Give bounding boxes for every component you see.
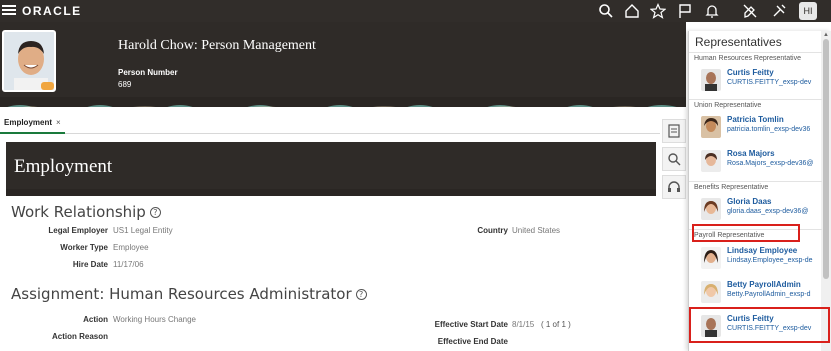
- representative-photo: [701, 247, 721, 269]
- menu-icon[interactable]: [2, 3, 16, 17]
- representative-name[interactable]: Betty PayrollAdmin: [727, 280, 801, 289]
- user-menu-button[interactable]: HI: [799, 2, 817, 20]
- representative-name[interactable]: Curtis Feitty: [727, 68, 774, 77]
- panel-scrollbar[interactable]: ▲: [821, 31, 831, 351]
- category-benefits-representative: Benefits Representative: [689, 181, 822, 191]
- page-title: Harold Chow: Person Management: [118, 38, 316, 53]
- representative-email[interactable]: patricia.tomlin_exsp-dev36: [727, 126, 810, 133]
- representative-email[interactable]: Betty.PayrollAdmin_exsp-d: [727, 291, 811, 298]
- assignment-heading: Assignment: Human Resources Administrato…: [11, 285, 367, 303]
- home-icon[interactable]: [624, 3, 640, 19]
- category-hr-representative: Human Resources Representative: [689, 52, 822, 62]
- decorative-banner: [6, 189, 656, 196]
- assignment-title: Assignment: Human Resources Administrato…: [11, 285, 352, 303]
- notes-icon[interactable]: [662, 119, 686, 143]
- worker-type-label: Worker Type: [60, 243, 108, 252]
- representative-photo: [701, 281, 721, 303]
- headset-icon[interactable]: [662, 175, 686, 199]
- representative-photo: [701, 150, 721, 172]
- tab-employment-label: Employment: [4, 118, 53, 127]
- representative-item[interactable]: Lindsay Employee Lindsay.Employee_exsp-d…: [689, 243, 822, 279]
- record-count: ( 1 of 1 ): [541, 320, 571, 329]
- settings-icon[interactable]: [771, 3, 787, 19]
- search-icon[interactable]: [598, 3, 614, 19]
- effective-end-label: Effective End Date: [437, 337, 508, 346]
- representative-email[interactable]: Rosa.Majors_exsp-dev36@: [727, 160, 813, 167]
- tools-icon[interactable]: [742, 3, 758, 19]
- person-number-value: 689: [118, 80, 132, 89]
- scroll-thumb[interactable]: [823, 39, 829, 279]
- legal-employer-label: Legal Employer: [48, 226, 108, 235]
- representative-name[interactable]: Patricia Tomlin: [727, 115, 784, 124]
- help-icon[interactable]: ?: [355, 289, 367, 300]
- country-label: Country: [477, 226, 508, 235]
- highlight-box: [689, 307, 830, 343]
- category-union-representative: Union Representative: [689, 99, 822, 109]
- representative-item[interactable]: Rosa Majors Rosa.Majors_exsp-dev36@: [689, 146, 822, 182]
- representative-email[interactable]: Lindsay.Employee_exsp-de: [727, 257, 812, 264]
- panel-title: Representatives: [695, 35, 782, 49]
- bell-icon[interactable]: [704, 3, 720, 19]
- representative-photo: [701, 116, 721, 138]
- person-number-label: Person Number: [118, 68, 178, 77]
- representative-photo: [701, 69, 721, 91]
- highlight-box: [692, 224, 800, 242]
- flag-icon[interactable]: [677, 3, 693, 19]
- action-reason-label: Action Reason: [51, 332, 108, 341]
- action-value: Working Hours Change: [113, 315, 197, 324]
- action-label: Action: [83, 315, 108, 324]
- representative-name[interactable]: Gloria Daas: [727, 197, 771, 206]
- hire-date-label: Hire Date: [72, 260, 108, 269]
- section-title: Employment: [14, 156, 113, 177]
- representative-photo: [701, 198, 721, 220]
- tab-bar: Employment ×: [0, 112, 660, 134]
- effective-start-label: Effective Start Date: [434, 320, 508, 329]
- tab-employment[interactable]: Employment ×: [0, 112, 65, 134]
- help-icon[interactable]: ?: [149, 207, 161, 218]
- work-relationship-title: Work Relationship: [11, 203, 146, 221]
- representative-item[interactable]: Curtis Feitty CURTIS.FEITTY_exsp-dev: [689, 65, 822, 101]
- global-header: ORACLE HI: [0, 0, 831, 22]
- oracle-logo[interactable]: ORACLE: [22, 4, 82, 18]
- work-relationship-heading: Work Relationship?: [11, 203, 161, 221]
- decorative-banner: [0, 97, 686, 107]
- legal-employer-value: US1 Legal Entity: [113, 226, 173, 235]
- worker-type-value: Employee: [113, 243, 149, 252]
- country-value: United States: [512, 226, 561, 235]
- effective-start-value: 8/1/15: [512, 320, 535, 329]
- representative-name[interactable]: Rosa Majors: [727, 149, 775, 158]
- representative-name[interactable]: Lindsay Employee: [727, 246, 797, 255]
- hire-date-value: 11/17/06: [113, 260, 144, 269]
- person-photo[interactable]: [2, 30, 56, 92]
- scroll-up-icon[interactable]: ▲: [823, 32, 829, 38]
- representative-item[interactable]: Patricia Tomlin patricia.tomlin_exsp-dev…: [689, 112, 822, 148]
- search-icon[interactable]: [662, 147, 686, 171]
- representatives-panel: Representatives ▲ Human Resources Repres…: [688, 31, 831, 351]
- representative-email[interactable]: gloria.daas_exsp-dev36@: [727, 208, 808, 215]
- representative-email[interactable]: CURTIS.FEITTY_exsp-dev: [727, 79, 811, 86]
- close-icon[interactable]: ×: [56, 118, 61, 127]
- person-header: [0, 22, 686, 97]
- star-icon[interactable]: [649, 3, 667, 19]
